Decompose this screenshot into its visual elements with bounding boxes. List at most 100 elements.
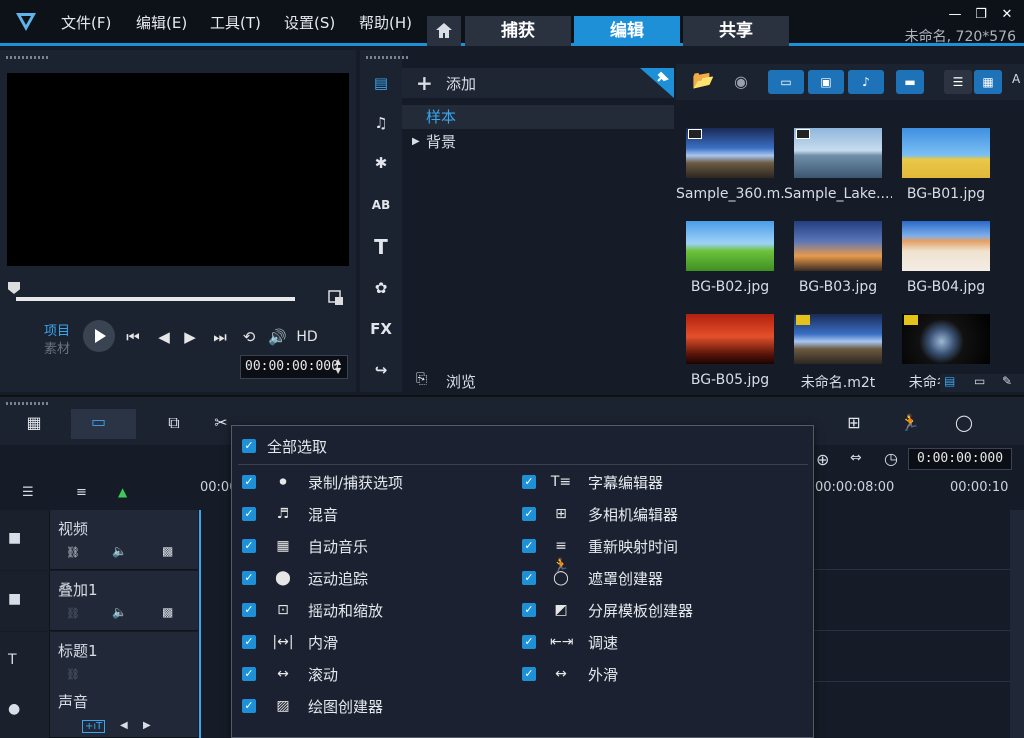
link-icon[interactable]: ⛓ xyxy=(66,607,80,620)
option-label[interactable]: 分屏模板创建器 xyxy=(588,600,693,621)
menu-tools[interactable]: 工具(T) xyxy=(210,12,261,33)
mask-creator-icon[interactable]: ◯ xyxy=(950,411,978,435)
volume-icon[interactable]: 🔊 xyxy=(268,328,287,346)
option-label[interactable]: 自动音乐 xyxy=(308,536,368,557)
track-scrollbar[interactable] xyxy=(1010,510,1024,738)
option-label[interactable]: 摇动和缩放 xyxy=(308,600,383,621)
option-label[interactable]: 滚动 xyxy=(308,664,338,685)
panel-grip[interactable] xyxy=(6,402,48,405)
mode-clip[interactable]: 素材 xyxy=(44,338,70,357)
option-checkbox[interactable]: ✓ xyxy=(242,571,256,585)
link-icon[interactable]: ⛓ xyxy=(66,546,80,559)
option-checkbox[interactable]: ✓ xyxy=(242,539,256,553)
storyboard-view-icon[interactable]: ▦ xyxy=(20,411,48,435)
enlarge-preview-icon[interactable] xyxy=(328,290,344,306)
option-checkbox[interactable]: ✓ xyxy=(522,571,536,585)
zoom-in-icon[interactable]: ⊕ xyxy=(816,450,829,469)
tab-capture[interactable]: 捕获 xyxy=(465,16,571,46)
option-checkbox[interactable]: ✓ xyxy=(522,635,536,649)
panel-grip[interactable] xyxy=(366,56,410,59)
library-thumbnail[interactable]: Sample_360.m... xyxy=(676,112,784,204)
option-label[interactable]: 运动追踪 xyxy=(308,568,368,589)
menu-help[interactable]: 帮助(H) xyxy=(359,12,412,33)
option-label[interactable]: 外滑 xyxy=(588,664,618,685)
library-thumbnail[interactable]: BG-B04.jpg xyxy=(892,205,1000,297)
mute-icon[interactable]: 🔈 xyxy=(112,544,127,558)
show-options-icon[interactable]: ▭ xyxy=(974,374,985,388)
add-marker-icon[interactable]: ▲ xyxy=(118,485,127,499)
scrub-bar[interactable] xyxy=(16,297,295,301)
select-all-checkbox[interactable]: ✓ xyxy=(242,439,256,453)
option-checkbox[interactable]: ✓ xyxy=(242,475,256,489)
browse-button[interactable]: ⎘ 浏览 xyxy=(412,370,674,392)
library-thumbnail[interactable]: BG-B01.jpg xyxy=(892,112,1000,204)
option-checkbox[interactable]: ✓ xyxy=(242,603,256,617)
transition-icon[interactable]: ✱ xyxy=(368,150,394,176)
scrub-handle[interactable] xyxy=(8,282,20,294)
motion-path-icon[interactable]: ↪ xyxy=(368,357,394,383)
library-thumbnail[interactable]: 未命名.m2t xyxy=(784,298,892,391)
tree-item-background[interactable]: ▶ 背景 xyxy=(402,130,674,154)
timecode-stepper[interactable]: ▲ ▼ xyxy=(335,357,341,375)
add-track-icon[interactable]: ≡ xyxy=(76,485,87,500)
option-checkbox[interactable]: ✓ xyxy=(522,667,536,681)
audio-icon[interactable]: ♫ xyxy=(368,110,394,136)
link-icon[interactable]: ⛓ xyxy=(66,668,80,681)
minimize-icon[interactable]: — xyxy=(948,8,962,22)
option-label[interactable]: 重新映射时间 xyxy=(588,536,678,557)
filter-photo-icon[interactable]: ▣ xyxy=(808,70,844,94)
sort-icon[interactable]: A xyxy=(1012,72,1020,86)
clock-icon[interactable]: ◷ xyxy=(884,449,898,468)
filter-audio-icon[interactable]: ♪ xyxy=(848,70,884,94)
timeline-timecode[interactable]: 0:00:00:000 xyxy=(908,448,1012,470)
graphics-icon[interactable]: ✿ xyxy=(368,275,394,301)
ripple-icon[interactable]: ▩ xyxy=(162,544,173,558)
home-tab[interactable] xyxy=(427,16,461,46)
option-label[interactable]: 录制/捕获选项 xyxy=(308,472,403,493)
option-label[interactable]: 字幕编辑器 xyxy=(588,472,663,493)
playhead[interactable] xyxy=(199,510,201,738)
mode-project[interactable]: 项目 xyxy=(44,320,70,339)
restore-icon[interactable]: ❐ xyxy=(974,8,988,22)
track-video[interactable]: ■ 视频 ⛓ 🔈 ▩ xyxy=(0,510,198,570)
track-manager-icon[interactable]: ☰ xyxy=(22,485,34,500)
filter-all-icon[interactable]: ▬ xyxy=(896,70,924,94)
go-start-icon[interactable]: ⏮ xyxy=(124,328,142,346)
library-thumbnail[interactable]: BG-B02.jpg xyxy=(676,205,784,297)
expand-arrow-icon[interactable]: ▶ xyxy=(412,130,420,154)
import-folder-icon[interactable]: 📂 xyxy=(692,70,714,91)
go-end-icon[interactable]: ⏭ xyxy=(211,328,229,346)
library-thumbnail[interactable]: BG-B03.jpg xyxy=(784,205,892,297)
option-label[interactable]: 绘图创建器 xyxy=(308,696,383,717)
option-checkbox[interactable]: ✓ xyxy=(522,603,536,617)
timeline-view-button[interactable]: ▭ xyxy=(71,409,136,439)
panel-grip[interactable] xyxy=(6,56,48,59)
add-title-track-icon[interactable]: +ıT xyxy=(82,720,106,733)
time-remap-icon[interactable]: 🏃 xyxy=(896,411,924,435)
ripple-icon[interactable]: ▩ xyxy=(162,605,173,619)
option-checkbox[interactable]: ✓ xyxy=(242,507,256,521)
multicam-icon[interactable]: ⊞ xyxy=(840,411,868,435)
fx-icon[interactable]: FX xyxy=(368,316,394,342)
capture-icon[interactable]: ◉ xyxy=(734,72,748,91)
repeat-icon[interactable]: ⟲ xyxy=(240,328,258,346)
prev-frame-icon[interactable]: ◀ xyxy=(155,328,173,346)
track-overlay[interactable]: ■ 叠加1 ⛓ 🔈 ▩ xyxy=(0,571,198,631)
library-thumbnail[interactable]: Sample_Lake.... xyxy=(784,112,892,204)
menu-file[interactable]: 文件(F) xyxy=(61,12,111,33)
text-t-icon[interactable]: T xyxy=(368,234,394,260)
next-frame-icon[interactable]: ▶ xyxy=(181,328,199,346)
close-icon[interactable]: ✕ xyxy=(1000,8,1014,22)
media-icon[interactable]: ▤ xyxy=(368,70,394,96)
tab-edit[interactable]: 编辑 xyxy=(574,16,680,46)
copy-icon[interactable]: ⧉ xyxy=(160,411,188,435)
scroll-right-icon[interactable]: ▶ xyxy=(143,720,151,731)
grid-view-icon[interactable]: ▦ xyxy=(974,70,1002,94)
option-checkbox[interactable]: ✓ xyxy=(522,539,536,553)
option-checkbox[interactable]: ✓ xyxy=(522,507,536,521)
menu-settings[interactable]: 设置(S) xyxy=(284,12,335,33)
player-timecode[interactable]: 00:00:00:000 xyxy=(240,355,348,379)
list-view-icon[interactable]: ☰ xyxy=(944,70,972,94)
fit-project-icon[interactable]: ⇔ xyxy=(850,450,862,466)
option-checkbox[interactable]: ✓ xyxy=(522,475,536,489)
